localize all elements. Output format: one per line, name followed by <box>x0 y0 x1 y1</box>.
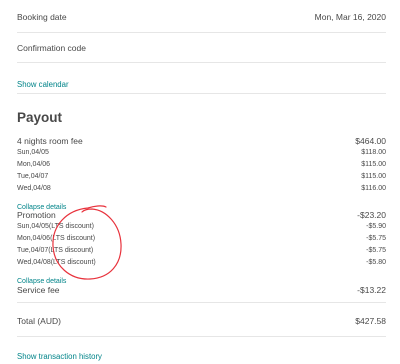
promotion-item-date: Sun,04/05(LTS discount) <box>17 223 94 230</box>
booking-date-label: Booking date <box>17 12 67 22</box>
room-fee-row: 4 nights room fee $464.00 <box>17 136 386 146</box>
promotion-label: Promotion <box>17 210 56 220</box>
promotion-item-row: Sun,04/05(LTS discount) -$5.90 <box>17 223 386 230</box>
promotion-item-amount: -$5.75 <box>366 235 386 242</box>
service-fee-label: Service fee <box>17 285 60 295</box>
promotion-item-date: Tue,04/07(LTS discount) <box>17 247 94 254</box>
promotion-item-row: Mon,04/06(LTS discount) -$5.75 <box>17 235 386 242</box>
night-row: Tue,04/07 $115.00 <box>17 173 386 180</box>
divider <box>17 93 386 94</box>
booking-date-value: Mon, Mar 16, 2020 <box>314 12 386 22</box>
night-date: Sun,04/05 <box>17 149 49 156</box>
promotion-item-row: Wed,04/08(LTS discount) -$5.80 <box>17 259 386 266</box>
promotion-item-amount: -$5.80 <box>366 259 386 266</box>
divider <box>17 336 386 337</box>
room-fee-label: 4 nights room fee <box>17 136 83 146</box>
show-transaction-history-link[interactable]: Show transaction history <box>17 352 102 361</box>
total-row: Total (AUD) $427.58 <box>17 316 386 326</box>
booking-date-row: Booking date Mon, Mar 16, 2020 <box>17 12 386 22</box>
divider <box>17 62 386 63</box>
night-date: Tue,04/07 <box>17 173 49 180</box>
night-amount: $115.00 <box>361 161 386 168</box>
payout-title: Payout <box>17 110 63 125</box>
confirmation-code-label: Confirmation code <box>17 43 86 53</box>
promotion-row: Promotion -$23.20 <box>17 210 386 220</box>
promotion-value: -$23.20 <box>357 210 386 220</box>
service-fee-row: Service fee -$13.22 <box>17 285 386 295</box>
promotion-item-amount: -$5.90 <box>366 223 386 230</box>
room-fee-value: $464.00 <box>355 136 386 146</box>
night-amount: $115.00 <box>361 173 386 180</box>
promotion-item-row: Tue,04/07(LTS discount) -$5.75 <box>17 247 386 254</box>
collapse-details-link[interactable]: Collapse details <box>17 278 66 285</box>
night-amount: $116.00 <box>361 185 386 192</box>
confirmation-code-row: Confirmation code <box>17 43 386 53</box>
show-calendar-link[interactable]: Show calendar <box>17 80 69 89</box>
total-value: $427.58 <box>355 316 386 326</box>
night-date: Mon,04/06 <box>17 161 51 168</box>
promotion-item-amount: -$5.75 <box>366 247 386 254</box>
night-row: Wed,04/08 $116.00 <box>17 185 386 192</box>
divider <box>17 32 386 33</box>
promotion-item-date: Mon,04/06(LTS discount) <box>17 235 96 242</box>
promotion-item-date: Wed,04/08(LTS discount) <box>17 259 96 266</box>
night-row: Mon,04/06 $115.00 <box>17 161 386 168</box>
total-label: Total (AUD) <box>17 316 61 326</box>
night-date: Wed,04/08 <box>17 185 51 192</box>
night-amount: $118.00 <box>361 149 386 156</box>
divider <box>17 302 386 303</box>
night-row: Sun,04/05 $118.00 <box>17 149 386 156</box>
service-fee-value: -$13.22 <box>357 285 386 295</box>
